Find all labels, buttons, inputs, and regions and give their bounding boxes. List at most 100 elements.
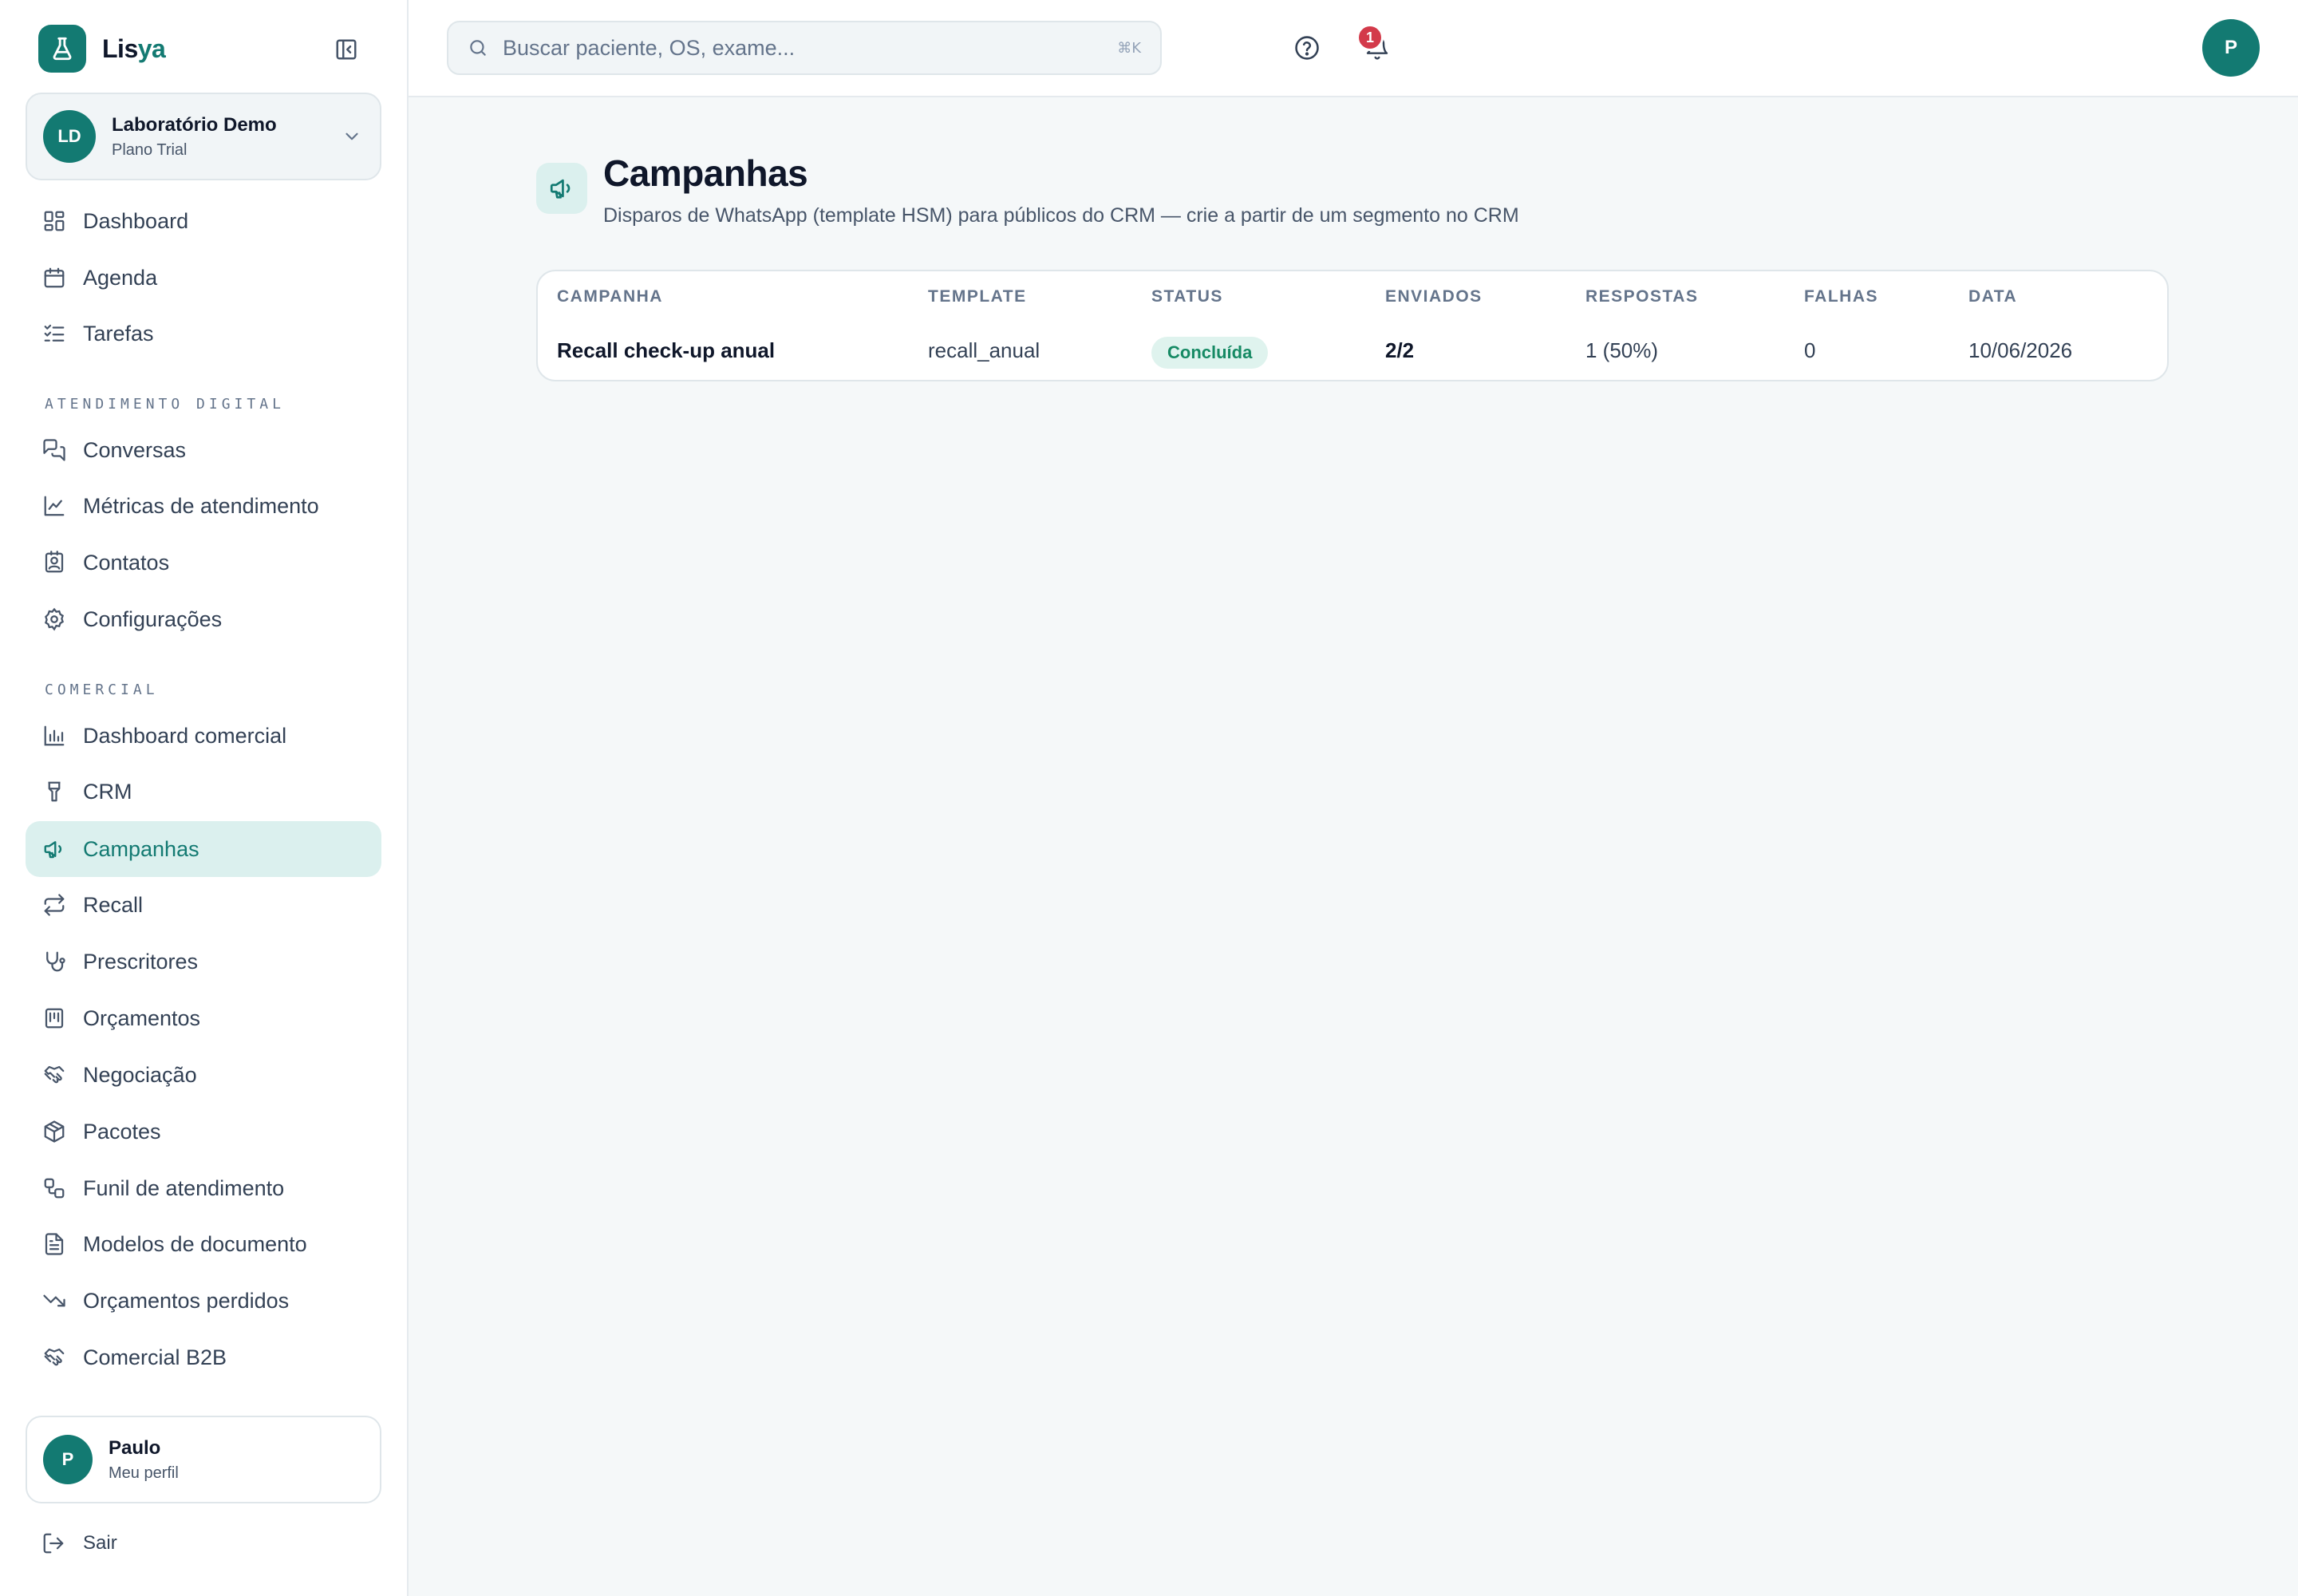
nav-item-negociacao[interactable]: Negociação [26, 1047, 381, 1103]
logout-icon [43, 1533, 64, 1554]
column-header-falhas: FALHAS [1804, 287, 1878, 306]
cell-respostas: 1 (50%) [1585, 338, 1659, 362]
sidebar: Lisya LD Laboratório Demo Plano Trial Da… [0, 0, 409, 1596]
grid-icon [41, 208, 67, 234]
user-profile-card[interactable]: P Paulo Meu perfil [26, 1416, 381, 1503]
nav-item-label: Funil de atendimento [83, 1175, 285, 1200]
nav-item-label: Orçamentos perdidos [83, 1288, 290, 1313]
nav-item-agenda[interactable]: Agenda [26, 250, 381, 306]
nav-item-campanhas[interactable]: Campanhas [26, 821, 381, 877]
document-icon [41, 1231, 67, 1257]
status-badge: Concluída [1151, 337, 1269, 369]
nav-item-label: Conversas [83, 437, 187, 462]
search-input[interactable] [503, 35, 1093, 61]
cell-falhas: 0 [1804, 338, 1816, 362]
nav-item-funil-atendimento[interactable]: Funil de atendimento [26, 1160, 381, 1216]
line-chart-icon [41, 493, 67, 519]
nav-item-recall[interactable]: Recall [26, 877, 381, 933]
cell-campanha[interactable]: Recall check-up anual [557, 338, 775, 363]
handshake-icon [41, 1062, 67, 1088]
column-header-enviados: ENVIADOS [1385, 287, 1483, 306]
search-shortcut-hint: ⌘K [1117, 40, 1141, 57]
funnel-icon [41, 779, 67, 804]
nav-item-orcamentos[interactable]: Orçamentos [26, 990, 381, 1046]
calendar-icon [41, 265, 67, 290]
organization-name: Laboratório Demo [112, 113, 277, 136]
workflow-icon [41, 1175, 67, 1201]
brand[interactable]: Lisya [38, 24, 166, 73]
trending-down-icon [41, 1288, 67, 1314]
organization-avatar: LD [43, 110, 96, 163]
search-box[interactable]: ⌘K [447, 21, 1162, 75]
collapse-sidebar-button[interactable] [330, 35, 362, 64]
nav-item-configuracoes[interactable]: Configurações [26, 591, 381, 647]
user-profile-link: Meu perfil [109, 1464, 179, 1482]
flask-icon [38, 25, 86, 73]
column-header-template: TEMPLATE [928, 287, 1027, 306]
nav-item-label: Comercial B2B [83, 1345, 227, 1369]
cell-data: 10/06/2026 [1968, 338, 2073, 362]
nav-item-contatos[interactable]: Contatos [26, 535, 381, 591]
chat-icon [41, 437, 67, 463]
checklist-icon [41, 321, 67, 346]
chevron-down-icon [345, 132, 358, 140]
nav-item-label: Configurações [83, 606, 223, 631]
nav-item-label: Dashboard comercial [83, 723, 287, 748]
user-name: Paulo [109, 1436, 161, 1459]
nav-item-label: Prescritores [83, 949, 199, 974]
help-circle-icon [1295, 36, 1319, 60]
nav-item-label: Contatos [83, 550, 170, 575]
nav-item-modelos-documento[interactable]: Modelos de documento [26, 1216, 381, 1272]
calculator-icon [41, 1005, 67, 1031]
nav-item-metricas-atendimento[interactable]: Métricas de atendimento [26, 478, 381, 534]
nav-item-label: Tarefas [83, 321, 154, 346]
cell-enviados: 2/2 [1385, 338, 1415, 362]
search-icon [470, 40, 486, 56]
nav-item-label: Modelos de documento [83, 1231, 307, 1256]
nav-item-prescritores[interactable]: Prescritores [26, 934, 381, 990]
megaphone-icon [41, 836, 67, 862]
nav-item-dashboard-comercial[interactable]: Dashboard comercial [26, 708, 381, 764]
column-header-respostas: RESPOSTAS [1585, 287, 1699, 306]
stethoscope-icon [41, 949, 67, 974]
nav-item-label: Agenda [83, 265, 158, 290]
section-label-atendimento: ATENDIMENTO DIGITAL [45, 396, 285, 413]
user-menu-avatar[interactable]: P [2202, 19, 2260, 77]
brand-name: Lisya [102, 34, 166, 63]
column-header-data: DATA [1968, 287, 2018, 306]
logout-button[interactable]: Sair [41, 1527, 117, 1559]
megaphone-icon [536, 163, 587, 214]
user-avatar: P [43, 1435, 93, 1484]
nav-item-label: Dashboard [83, 208, 189, 233]
page-title: Campanhas [603, 152, 808, 194]
nav-item-orcamentos-perdidos[interactable]: Orçamentos perdidos [26, 1273, 381, 1329]
column-header-campanha: CAMPANHA [557, 287, 663, 306]
nav-item-crm[interactable]: CRM [26, 764, 381, 820]
help-button[interactable] [1289, 30, 1325, 65]
nav-item-label: Pacotes [83, 1119, 161, 1144]
organization-switcher[interactable]: LD Laboratório Demo Plano Trial [26, 93, 381, 180]
gear-icon [41, 606, 67, 632]
topbar: ⌘K 1 P [409, 0, 2298, 97]
organization-plan: Plano Trial [112, 140, 188, 159]
panel-collapse-icon [336, 39, 357, 60]
cell-template: recall_anual [928, 338, 1040, 362]
bar-chart-icon [41, 723, 67, 749]
nav-item-label: CRM [83, 779, 132, 804]
nav-item-tarefas[interactable]: Tarefas [26, 306, 381, 361]
repeat-icon [41, 892, 67, 918]
nav-item-dashboard[interactable]: Dashboard [26, 193, 381, 249]
page-subtitle: Disparos de WhatsApp (template HSM) para… [603, 204, 1519, 227]
nav-item-label: Negociação [83, 1062, 197, 1087]
package-icon [41, 1119, 67, 1144]
nav-item-pacotes[interactable]: Pacotes [26, 1104, 381, 1159]
nav-item-comercial-b2b[interactable]: Comercial B2B [26, 1329, 381, 1385]
nav-item-label: Recall [83, 892, 144, 917]
nav-item-label: Campanhas [83, 836, 199, 861]
contact-card-icon [41, 550, 67, 575]
notification-count-badge: 1 [1356, 24, 1384, 51]
nav-item-label: Métricas de atendimento [83, 493, 319, 518]
nav-item-conversas[interactable]: Conversas [26, 422, 381, 478]
table-row[interactable] [538, 322, 2167, 380]
logout-label: Sair [83, 1532, 117, 1554]
